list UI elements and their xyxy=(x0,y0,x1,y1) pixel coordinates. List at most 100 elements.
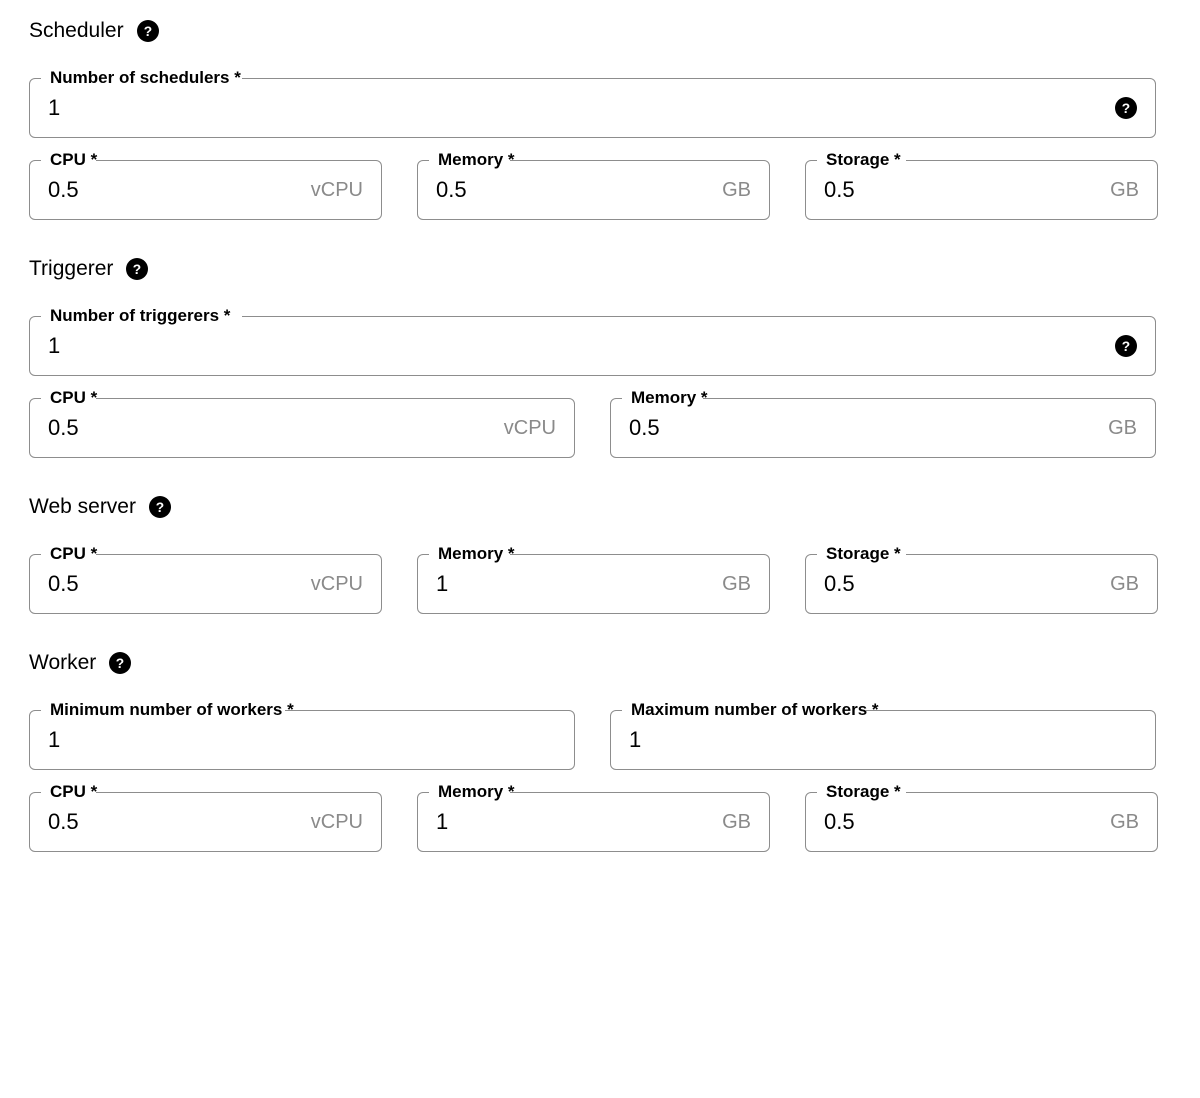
help-icon-triggerer[interactable]: ? xyxy=(126,258,149,280)
section-title-scheduler: Scheduler xyxy=(29,19,124,42)
field-label-number-of-triggerers: Number of triggerers * xyxy=(50,306,231,325)
row-spacer xyxy=(0,376,1200,388)
field-gap xyxy=(382,150,417,220)
help-icon-worker[interactable]: ? xyxy=(109,652,132,674)
field-unit-triggerer-cpu: vCPU xyxy=(503,416,556,439)
field-unit-web-server-memory: GB xyxy=(722,572,751,595)
field-value-web-server-storage[interactable]: 0.5 xyxy=(824,571,1102,597)
field-unit-scheduler-memory: GB xyxy=(722,178,751,201)
text-field-number-of-schedulers[interactable]: Number of schedulers * 1? xyxy=(29,68,1156,138)
environment-resources-form: Scheduler? Number of schedulers * 1? CPU * 0… xyxy=(0,0,1200,1098)
field-label-maximum-number-of-workers: Maximum number of workers * xyxy=(631,700,879,719)
field-unit-web-server-cpu: vCPU xyxy=(310,572,363,595)
field-label-web-server-cpu: CPU * xyxy=(50,544,98,563)
field-value-worker-cpu[interactable]: 0.5 xyxy=(48,809,303,835)
section-header-triggerer: Triggerer? xyxy=(0,254,1200,284)
field-gap xyxy=(575,388,610,458)
section-header-worker: Worker? xyxy=(0,648,1200,678)
field-gap xyxy=(770,782,805,852)
field-label-number-of-schedulers: Number of schedulers * xyxy=(50,68,241,87)
field-label-scheduler-memory: Memory * xyxy=(438,150,515,169)
field-gap xyxy=(770,544,805,614)
help-icon-web-server[interactable]: ? xyxy=(148,496,171,518)
field-row-worker-resources-row: CPU * 0.5 vCPU Memory * 1 GB Storage * 0.5 GB xyxy=(0,782,1200,852)
field-value-triggerer-memory[interactable]: 0.5 xyxy=(629,415,1100,441)
text-field-worker-storage[interactable]: Storage * 0.5 GB xyxy=(805,782,1158,852)
field-label-worker-storage: Storage * xyxy=(826,782,901,801)
text-field-worker-cpu[interactable]: CPU * 0.5 vCPU xyxy=(29,782,382,852)
text-field-number-of-triggerers[interactable]: Number of triggerers * 1? xyxy=(29,306,1156,376)
field-value-maximum-number-of-workers[interactable]: 1 xyxy=(629,727,1137,753)
field-value-scheduler-storage[interactable]: 0.5 xyxy=(824,177,1102,203)
svg-text:?: ? xyxy=(133,262,141,277)
field-gap xyxy=(382,782,417,852)
svg-text:?: ? xyxy=(143,24,151,39)
field-row-triggerer-resources-row: CPU * 0.5 vCPU Memory * 0.5 GB xyxy=(0,388,1200,458)
help-icon-scheduler[interactable]: ? xyxy=(136,20,159,42)
field-value-number-of-triggerers[interactable]: 1 xyxy=(48,333,1107,359)
top-spacer xyxy=(0,0,1200,16)
field-row-worker-count-row: Minimum number of workers * 1 Maximum numb… xyxy=(0,700,1200,770)
text-field-maximum-number-of-workers[interactable]: Maximum number of workers * 1 xyxy=(610,700,1156,770)
text-field-triggerer-memory[interactable]: Memory * 0.5 GB xyxy=(610,388,1156,458)
field-row-scheduler-resources-row: CPU * 0.5 vCPU Memory * 0.5 GB Storage * 0.5 GB xyxy=(0,150,1200,220)
field-unit-web-server-storage: GB xyxy=(1110,572,1139,595)
field-value-worker-memory[interactable]: 1 xyxy=(436,809,714,835)
svg-text:?: ? xyxy=(116,656,124,671)
field-value-triggerer-cpu[interactable]: 0.5 xyxy=(48,415,496,441)
field-unit-scheduler-storage: GB xyxy=(1110,178,1139,201)
field-label-scheduler-storage: Storage * xyxy=(826,150,901,169)
field-unit-worker-storage: GB xyxy=(1110,810,1139,833)
field-unit-worker-cpu: vCPU xyxy=(310,810,363,833)
text-field-web-server-storage[interactable]: Storage * 0.5 GB xyxy=(805,544,1158,614)
header-row-spacer xyxy=(0,678,1200,700)
section-header-scheduler: Scheduler? xyxy=(0,16,1200,46)
svg-text:?: ? xyxy=(156,500,164,515)
field-label-worker-memory: Memory * xyxy=(438,782,515,801)
field-body: 0.5 vCPU xyxy=(30,399,574,457)
svg-text:?: ? xyxy=(1122,339,1130,354)
field-unit-triggerer-memory: GB xyxy=(1108,416,1137,439)
field-value-scheduler-cpu[interactable]: 0.5 xyxy=(48,177,303,203)
row-spacer xyxy=(0,770,1200,782)
header-row-spacer xyxy=(0,284,1200,306)
field-gap xyxy=(770,150,805,220)
field-label-worker-cpu: CPU * xyxy=(50,782,98,801)
field-row-web-server-resources-row: CPU * 0.5 vCPU Memory * 1 GB Storage * 0.5 GB xyxy=(0,544,1200,614)
field-value-web-server-memory[interactable]: 1 xyxy=(436,571,714,597)
field-value-number-of-schedulers[interactable]: 1 xyxy=(48,95,1107,121)
field-gap xyxy=(575,700,610,770)
field-value-worker-storage[interactable]: 0.5 xyxy=(824,809,1102,835)
text-field-web-server-cpu[interactable]: CPU * 0.5 vCPU xyxy=(29,544,382,614)
section-header-web-server: Web server? xyxy=(0,492,1200,522)
field-value-scheduler-memory[interactable]: 0.5 xyxy=(436,177,714,203)
field-gap xyxy=(382,544,417,614)
field-value-web-server-cpu[interactable]: 0.5 xyxy=(48,571,303,597)
text-field-minimum-number-of-workers[interactable]: Minimum number of workers * 1 xyxy=(29,700,575,770)
help-icon-number-of-schedulers[interactable]: ? xyxy=(1115,97,1137,119)
field-value-minimum-number-of-workers[interactable]: 1 xyxy=(48,727,556,753)
header-row-spacer xyxy=(0,522,1200,544)
section-title-triggerer: Triggerer xyxy=(29,257,114,280)
header-row-spacer xyxy=(0,46,1200,68)
text-field-scheduler-storage[interactable]: Storage * 0.5 GB xyxy=(805,150,1158,220)
text-field-triggerer-cpu[interactable]: CPU * 0.5 vCPU xyxy=(29,388,575,458)
field-row-triggerer-count-row: Number of triggerers * 1? xyxy=(0,306,1200,376)
field-label-triggerer-cpu: CPU * xyxy=(50,388,98,407)
field-label-web-server-storage: Storage * xyxy=(826,544,901,563)
text-field-scheduler-memory[interactable]: Memory * 0.5 GB xyxy=(417,150,770,220)
text-field-web-server-memory[interactable]: Memory * 1 GB xyxy=(417,544,770,614)
help-icon-number-of-triggerers[interactable]: ? xyxy=(1115,335,1137,357)
section-title-worker: Worker xyxy=(29,651,97,674)
text-field-scheduler-cpu[interactable]: CPU * 0.5 vCPU xyxy=(29,150,382,220)
row-spacer xyxy=(0,138,1200,150)
field-label-triggerer-memory: Memory * xyxy=(631,388,708,407)
field-label-scheduler-cpu: CPU * xyxy=(50,150,98,169)
text-field-worker-memory[interactable]: Memory * 1 GB xyxy=(417,782,770,852)
field-unit-scheduler-cpu: vCPU xyxy=(310,178,363,201)
section-title-web-server: Web server xyxy=(29,495,136,518)
field-unit-worker-memory: GB xyxy=(722,810,751,833)
